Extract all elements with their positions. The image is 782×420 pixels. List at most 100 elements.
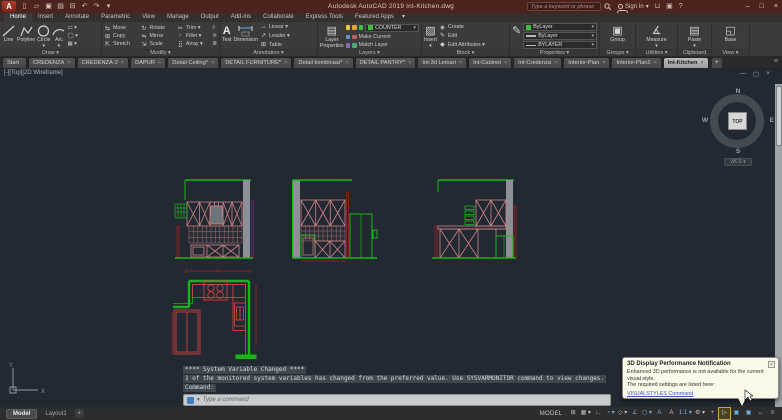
workspace-gear-icon[interactable]: ⚙ ▾ bbox=[694, 408, 706, 419]
command-input[interactable]: ▾ Type a command bbox=[183, 394, 611, 406]
annotation-scale[interactable]: 1:1 ▾ bbox=[678, 408, 693, 419]
close-tab-icon[interactable]: × bbox=[284, 60, 287, 66]
object-snap-tracking-icon[interactable]: ∠ bbox=[629, 408, 640, 419]
object-snap-icon[interactable]: ◻ ▾ bbox=[641, 408, 653, 419]
close-tab-icon[interactable]: × bbox=[554, 60, 557, 66]
explode-icon[interactable]: ※ bbox=[212, 33, 217, 40]
panel-label-block[interactable]: Block ▾ bbox=[422, 49, 509, 56]
minimize-window-icon[interactable]: – bbox=[746, 0, 750, 13]
polar-tracking-icon[interactable]: ◔ ▾ bbox=[605, 408, 616, 419]
annotation-monitor-icon[interactable]: + bbox=[707, 408, 718, 419]
close-window-icon[interactable]: × bbox=[774, 0, 778, 13]
modify-tool[interactable]: ↻ Rotate bbox=[140, 25, 173, 32]
rectangle-icon[interactable]: ▭ ▾ bbox=[67, 25, 77, 32]
group-button[interactable]: ▣ Group bbox=[610, 23, 624, 49]
file-tab[interactable]: Interior-Plan × bbox=[563, 57, 611, 68]
close-tab-icon[interactable]: × bbox=[459, 60, 462, 66]
help-search-input[interactable]: Type a keyword or phrase bbox=[527, 2, 601, 11]
model-tab[interactable]: Model bbox=[6, 408, 38, 419]
close-tab-icon[interactable]: × bbox=[602, 60, 605, 66]
file-tab[interactable]: DAPUR × bbox=[130, 57, 167, 68]
close-tab-icon[interactable]: × bbox=[345, 60, 348, 66]
viewcube-north[interactable]: N bbox=[706, 88, 770, 95]
annotation-tool[interactable]: ↔ Linear ▾ bbox=[260, 24, 315, 30]
close-tab-icon[interactable]: × bbox=[67, 60, 70, 66]
polyline-tool[interactable]: Polyline bbox=[17, 23, 35, 49]
viewcube-top-face[interactable]: TOP bbox=[728, 112, 747, 130]
ribbon-tab[interactable]: Parametric bbox=[95, 13, 136, 22]
graphics-performance-icon[interactable]: ▷ bbox=[718, 407, 731, 420]
file-tab[interactable]: Start bbox=[2, 57, 28, 68]
offset-icon[interactable]: ≣ bbox=[212, 41, 217, 48]
layer-dropdown[interactable]: COUNTER ▾ bbox=[365, 23, 419, 32]
hatch-icon[interactable]: ▦ ▾ bbox=[67, 41, 77, 48]
circle-tool[interactable]: Circle ▾ bbox=[37, 23, 50, 49]
help-icon[interactable]: ? bbox=[679, 0, 683, 13]
dimension-tool[interactable]: Dimension bbox=[234, 23, 258, 49]
file-tab[interactable]: Int-Cabinet × bbox=[468, 57, 513, 68]
maximize-window-icon[interactable]: □ bbox=[760, 0, 764, 13]
insert-block-button[interactable]: ▧ Insert ▾ bbox=[424, 23, 437, 49]
block-tool[interactable]: ◆ Edit Attributes ▾ bbox=[439, 41, 507, 49]
base-view-button[interactable]: ◱ Base bbox=[725, 23, 737, 49]
customization-icon[interactable]: ≡ bbox=[767, 408, 778, 419]
match-layer-button[interactable]: Match Layer bbox=[345, 42, 419, 48]
ribbon-tab[interactable]: Featured Apps bbox=[349, 13, 400, 22]
lineweight-dropdown[interactable]: ByLayer ▾ bbox=[523, 32, 597, 40]
file-tab[interactable]: Detail Ceiling* × bbox=[167, 57, 220, 68]
model-space-label[interactable]: MODEL bbox=[540, 411, 563, 417]
panel-label-groups[interactable]: Groups ▾ bbox=[600, 49, 635, 56]
measure-button[interactable]: ∡ Measure ▾ bbox=[646, 23, 666, 49]
viewcube-east[interactable]: E bbox=[770, 117, 774, 124]
file-tab[interactable]: Int-Kitchen × bbox=[662, 57, 709, 68]
modify-tool[interactable]: ⣿ Array ▾ bbox=[177, 41, 210, 48]
panel-label-utilities[interactable]: Utilities ▾ bbox=[636, 49, 677, 56]
close-notification-icon[interactable]: × bbox=[768, 361, 775, 368]
ribbon-tab[interactable]: Collaborate bbox=[257, 13, 300, 22]
ellipse-icon[interactable]: ◯ ▾ bbox=[67, 33, 77, 40]
chevron-down-icon[interactable]: ▾ bbox=[197, 397, 200, 403]
ribbon-tab[interactable]: Annotate bbox=[59, 13, 95, 22]
modify-tool[interactable]: ⇱ Stretch bbox=[104, 41, 137, 48]
annotation-tool[interactable]: ↗ Leader ▾ bbox=[260, 32, 315, 40]
isodraft-icon[interactable]: ◇ ▾ bbox=[617, 408, 628, 419]
arc-tool[interactable]: Arc ▾ bbox=[52, 23, 65, 49]
ribbon-tab[interactable]: View bbox=[136, 13, 161, 22]
grid-icon[interactable]: ⊞ bbox=[568, 408, 579, 419]
block-tool[interactable]: ◈ Create bbox=[439, 24, 507, 31]
close-tab-icon[interactable]: × bbox=[408, 60, 411, 66]
paste-button[interactable]: ▤ Paste ▾ bbox=[688, 23, 701, 49]
layer-state-icons[interactable] bbox=[345, 25, 364, 30]
viewcube-south[interactable]: S bbox=[706, 148, 770, 155]
close-tab-icon[interactable]: × bbox=[211, 60, 214, 66]
viewcube-west[interactable]: W bbox=[702, 117, 708, 124]
close-tab-icon[interactable]: × bbox=[504, 60, 507, 66]
close-tab-icon[interactable]: × bbox=[701, 60, 704, 66]
new-drawing-tab-button[interactable]: + bbox=[711, 58, 722, 68]
panel-label-annotation[interactable]: Annotation ▾ bbox=[220, 49, 317, 56]
close-tab-icon[interactable]: × bbox=[158, 60, 161, 66]
tray-icon-1[interactable]: ▣ bbox=[731, 408, 742, 419]
panel-label-layers[interactable]: Layers ▾ bbox=[318, 49, 421, 56]
ribbon-tab[interactable]: Insert bbox=[32, 13, 59, 22]
snap-icon[interactable]: ▦ ▾ bbox=[580, 408, 592, 419]
make-current-button[interactable]: Make Current bbox=[345, 34, 419, 40]
viewcube[interactable]: N S W E TOP WCS ▾ bbox=[702, 88, 774, 166]
isolate-objects-icon[interactable]: ↔ bbox=[755, 408, 766, 419]
ribbon-tab[interactable]: Home bbox=[4, 13, 33, 22]
text-tool[interactable]: A Text bbox=[222, 23, 232, 49]
close-tab-icon[interactable]: × bbox=[654, 60, 657, 66]
annotation-autoscale-icon[interactable]: A bbox=[666, 408, 677, 419]
panel-label-properties[interactable]: Properties ▾ bbox=[510, 49, 599, 56]
file-tab[interactable]: DETAIL FURNITURE* × bbox=[220, 57, 293, 68]
ribbon-display-toggle-icon[interactable]: ▾ bbox=[398, 13, 409, 22]
file-tab[interactable]: DETAIL PANTRY* × bbox=[354, 57, 417, 68]
ribbon-tab[interactable]: Manage bbox=[161, 13, 195, 22]
file-tab[interactable]: Interior-Plan2 × bbox=[611, 57, 662, 68]
modify-tool[interactable]: ✂ Trim ▾ bbox=[177, 25, 210, 32]
new-layout-button[interactable]: + bbox=[74, 409, 84, 418]
layer-properties-button[interactable]: ▤ Layer Properties bbox=[320, 23, 344, 49]
autodesk-app-icon[interactable]: ▣ bbox=[666, 0, 673, 13]
scrollbar-thumb[interactable] bbox=[775, 86, 782, 146]
tray-icon-2[interactable]: ▣ bbox=[743, 408, 754, 419]
